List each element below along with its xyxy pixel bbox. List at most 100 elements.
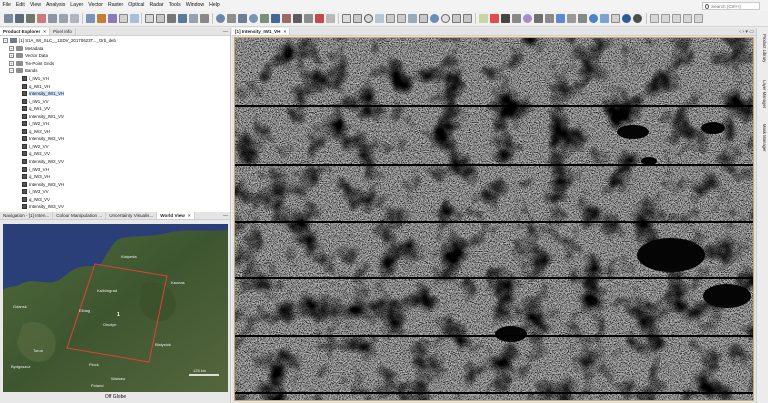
tab-navigation[interactable]: Navigation - [1] Inten...: [0, 212, 54, 219]
pan-tool-icon[interactable]: [353, 14, 362, 23]
menu-analysis[interactable]: Analysis: [43, 0, 67, 11]
polarimetric-icon[interactable]: [282, 14, 291, 23]
gps-icon[interactable]: [523, 14, 532, 23]
expand-icon[interactable]: +: [9, 45, 14, 51]
tree-product[interactable]: − [1] S1A_IW_SLC__1SDV_20170623T..._Orb_…: [0, 37, 230, 45]
band-item[interactable]: q_IW3_VH: [0, 173, 230, 181]
eye-icon[interactable]: [589, 14, 598, 23]
spreadsheet-icon[interactable]: [611, 14, 620, 23]
collapse-icon[interactable]: −: [9, 68, 14, 74]
geo-coding-icon[interactable]: [130, 14, 139, 23]
band-item[interactable]: Intensity_IW2_VV: [0, 158, 230, 166]
menu-file[interactable]: File: [0, 0, 13, 11]
menu-radar[interactable]: Radar: [147, 0, 166, 11]
menu-edit[interactable]: Edit: [13, 0, 27, 11]
star-icon[interactable]: [490, 14, 499, 23]
time-series-icon[interactable]: [178, 14, 187, 23]
band-item[interactable]: i_IW2_VV: [0, 143, 230, 151]
band-item[interactable]: i_IW1_VH: [0, 75, 230, 83]
world-map-icon[interactable]: [216, 14, 225, 23]
tab-product-explorer[interactable]: Product Explorer ×: [0, 28, 50, 35]
polygon-icon[interactable]: [408, 14, 417, 23]
tab-layer-manager[interactable]: Layer Manager: [759, 80, 767, 108]
tie-points-icon[interactable]: [556, 14, 565, 23]
menu-optical[interactable]: Optical: [126, 0, 147, 11]
red-icon[interactable]: [315, 14, 324, 23]
night-mode-icon[interactable]: [633, 14, 642, 23]
menu-help[interactable]: Help: [207, 0, 223, 11]
menu-raster[interactable]: Raster: [106, 0, 126, 11]
tab-colour-manipulation[interactable]: Colour Manipulation ...: [53, 212, 107, 219]
information-icon[interactable]: [119, 14, 128, 23]
scissors-icon[interactable]: [501, 14, 510, 23]
tree-folder-tie-point-grids[interactable]: + Tie-Point Grids: [0, 60, 230, 68]
panel-minimize-icon[interactable]: —: [223, 28, 228, 36]
band-item[interactable]: Intensity_IW3_VV: [0, 203, 230, 211]
tab-mask-manager[interactable]: Mask Manager: [759, 124, 767, 152]
chart-icon[interactable]: [600, 14, 609, 23]
select-tool-icon[interactable]: [342, 14, 351, 23]
expand-icon[interactable]: +: [9, 53, 14, 59]
globe-icon[interactable]: [622, 14, 631, 23]
gcp-icon[interactable]: [534, 14, 543, 23]
crop-icon[interactable]: [463, 14, 472, 23]
band-item[interactable]: q_IW3_VV: [0, 195, 230, 203]
panel-minimize-icon[interactable]: —: [223, 212, 228, 220]
band-item[interactable]: i_IW3_VV: [0, 188, 230, 196]
band-item[interactable]: i_IW2_VH: [0, 120, 230, 128]
zoom-tool-icon[interactable]: [364, 14, 373, 23]
export-icon[interactable]: [545, 14, 554, 23]
save-icon[interactable]: [26, 14, 35, 23]
polyline-icon[interactable]: [397, 14, 406, 23]
cut-icon[interactable]: [59, 14, 68, 23]
line-draw-icon[interactable]: [386, 14, 395, 23]
tree-folder-metadata[interactable]: + Metadata: [0, 45, 230, 53]
orbit-icon[interactable]: [271, 14, 280, 23]
sum-icon[interactable]: [200, 14, 209, 23]
pin-icon[interactable]: [375, 14, 384, 23]
undo-icon[interactable]: [37, 14, 46, 23]
ocean-tools-icon[interactable]: [304, 14, 313, 23]
histogram-icon[interactable]: [97, 14, 106, 23]
tab-pixel-info[interactable]: Pixel Info: [50, 28, 76, 35]
rectangle-icon[interactable]: [419, 14, 428, 23]
band-item[interactable]: q_IW1_VV: [0, 105, 230, 113]
menu-tools[interactable]: Tools: [166, 0, 183, 11]
band-item[interactable]: i_IW1_VV: [0, 97, 230, 105]
world-map[interactable]: Klaipeda Kaliningrad Kaunas Gdansk Elbla…: [3, 224, 228, 392]
band-item[interactable]: Intensity_IW1_VH: [0, 90, 230, 98]
view-controls-icon[interactable]: ‹ › ▾ ▭: [739, 28, 754, 36]
band-item[interactable]: Intensity_IW1_VV: [0, 112, 230, 120]
menu-layer[interactable]: Layer: [68, 0, 86, 11]
grid-icon[interactable]: [512, 14, 521, 23]
statistics-icon[interactable]: [108, 14, 117, 23]
batch-processing-icon[interactable]: [238, 14, 247, 23]
layout-5-icon[interactable]: [694, 14, 703, 23]
menu-vector[interactable]: Vector: [86, 0, 106, 11]
new-session-icon[interactable]: [4, 14, 13, 23]
close-icon[interactable]: ×: [188, 213, 191, 218]
band-item[interactable]: i_IW3_VH: [0, 165, 230, 173]
spectrum-icon[interactable]: [167, 14, 176, 23]
link-views-icon[interactable]: [567, 14, 576, 23]
menu-view[interactable]: View: [27, 0, 43, 11]
layout-2-icon[interactable]: [661, 14, 670, 23]
band-maths-icon[interactable]: [86, 14, 95, 23]
ellipse-icon[interactable]: [430, 14, 439, 23]
band-item[interactable]: Intensity_IW2_VH: [0, 135, 230, 143]
layout-4-icon[interactable]: [683, 14, 692, 23]
band-item[interactable]: q_IW2_VV: [0, 150, 230, 158]
redo-icon[interactable]: [48, 14, 57, 23]
layout-1-icon[interactable]: [650, 14, 659, 23]
tab-product-library[interactable]: Product Library: [759, 34, 767, 62]
sync-cursor-icon[interactable]: [578, 14, 587, 23]
band-item[interactable]: q_IW2_VH: [0, 128, 230, 136]
tab-world-view[interactable]: World View ×: [157, 212, 195, 219]
profile-plot-icon[interactable]: [156, 14, 165, 23]
search-input[interactable]: [711, 3, 759, 9]
range-finder-icon[interactable]: [441, 14, 450, 23]
metadata-icon[interactable]: [189, 14, 198, 23]
graph-builder-icon[interactable]: [227, 14, 236, 23]
sar-image[interactable]: [234, 37, 754, 401]
tab-uncertainty[interactable]: Uncertainty Visualis...: [106, 212, 158, 219]
